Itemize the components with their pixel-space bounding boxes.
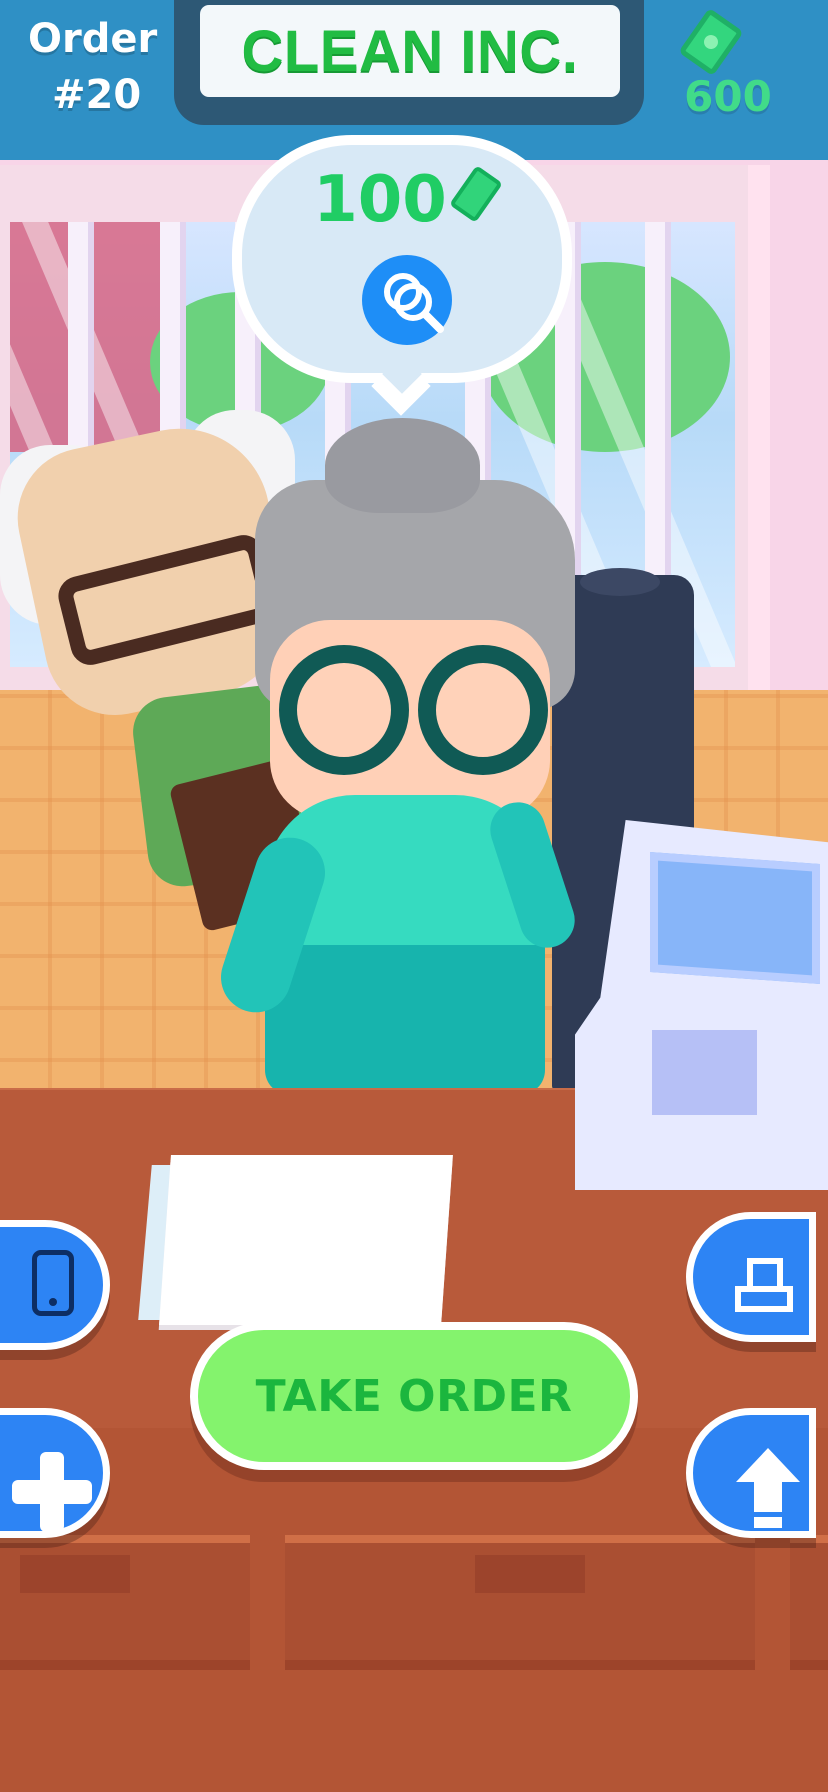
plus-icon xyxy=(12,1452,92,1532)
upgrade-arrow-icon xyxy=(736,1448,800,1530)
order-label: Order xyxy=(28,16,158,62)
cash-register-key xyxy=(652,1030,757,1115)
cash-icon xyxy=(678,7,744,77)
paper-stack xyxy=(159,1155,453,1325)
take-order-button[interactable]: TAKE ORDER xyxy=(190,1322,638,1470)
drawer-handle xyxy=(475,1555,585,1593)
counter-drawer xyxy=(790,1535,828,1670)
customer-glasses-right xyxy=(418,645,548,775)
game-scene: Order #20 CLEAN INC. 600 100 TAKE ORDER xyxy=(0,0,828,1792)
cleaning-machine-icon xyxy=(735,1258,797,1316)
order-price: 100 xyxy=(313,163,447,237)
money-counter: 600 xyxy=(684,72,772,121)
customer-glasses-left xyxy=(279,645,409,775)
company-title: CLEAN INC. xyxy=(200,5,620,97)
customer-hair-bun xyxy=(325,418,480,513)
phone-icon xyxy=(32,1250,74,1316)
drawer-handle xyxy=(20,1555,130,1593)
cash-register-screen xyxy=(650,852,820,984)
order-number: #20 xyxy=(52,72,142,118)
